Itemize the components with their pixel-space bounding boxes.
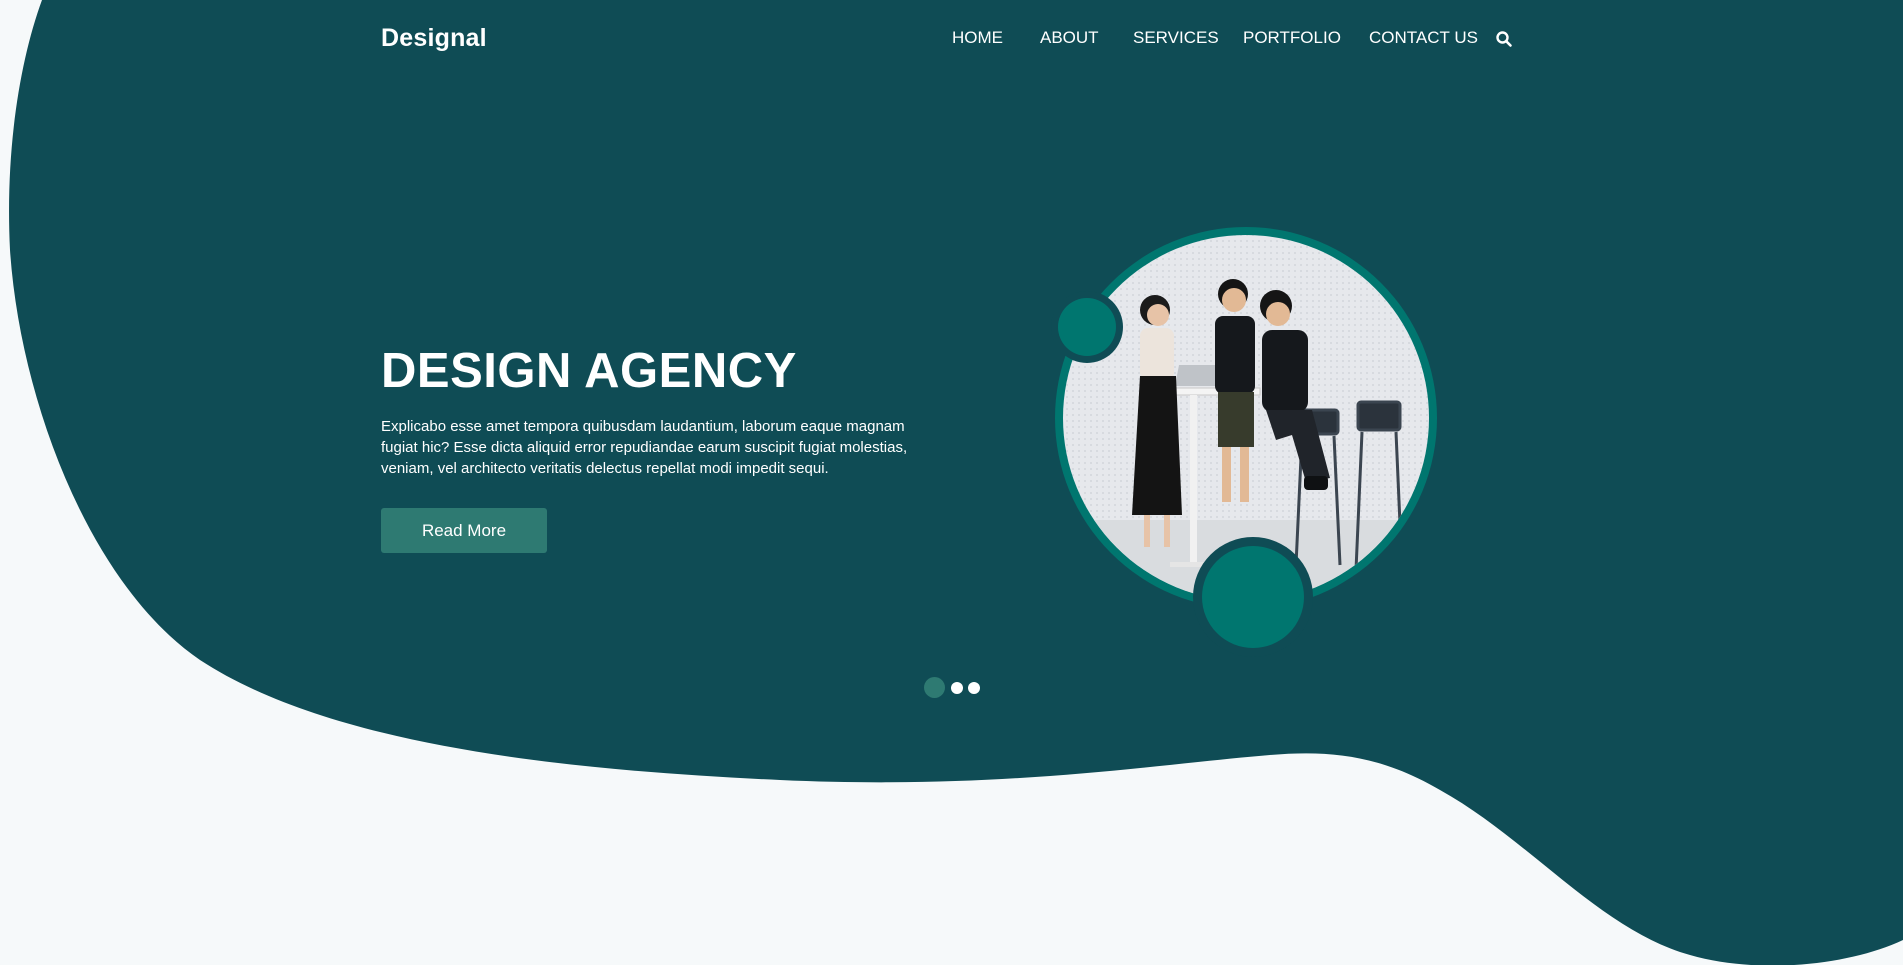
slider-dot-2[interactable]: [951, 682, 963, 694]
slider-dot-1[interactable]: [924, 677, 945, 698]
hero-background-wave: [9, 0, 1903, 965]
hero-illustration: [1051, 227, 1437, 657]
nav-item-services[interactable]: SERVICES: [1133, 28, 1219, 48]
search-icon[interactable]: [1495, 30, 1513, 48]
slider-dot-3[interactable]: [968, 682, 980, 694]
hero-description: Explicabo esse amet tempora quibusdam la…: [381, 418, 908, 477]
navbar: Designal HOME ABOUT SERVICES PORTFOLIO C…: [0, 0, 1903, 80]
read-more-button[interactable]: Read More: [381, 508, 547, 553]
brand-logo[interactable]: Designal: [381, 24, 487, 53]
nav-item-contact-us[interactable]: CONTACT US: [1369, 28, 1478, 48]
nav-item-portfolio[interactable]: PORTFOLIO: [1243, 28, 1341, 48]
hero-title: DESIGN AGENCY: [381, 344, 797, 398]
nav-item-home[interactable]: HOME: [952, 28, 1003, 48]
nav-item-about[interactable]: ABOUT: [1040, 28, 1099, 48]
hero-text-block: DESIGN AGENCY Explicabo esse amet tempor…: [381, 340, 941, 479]
